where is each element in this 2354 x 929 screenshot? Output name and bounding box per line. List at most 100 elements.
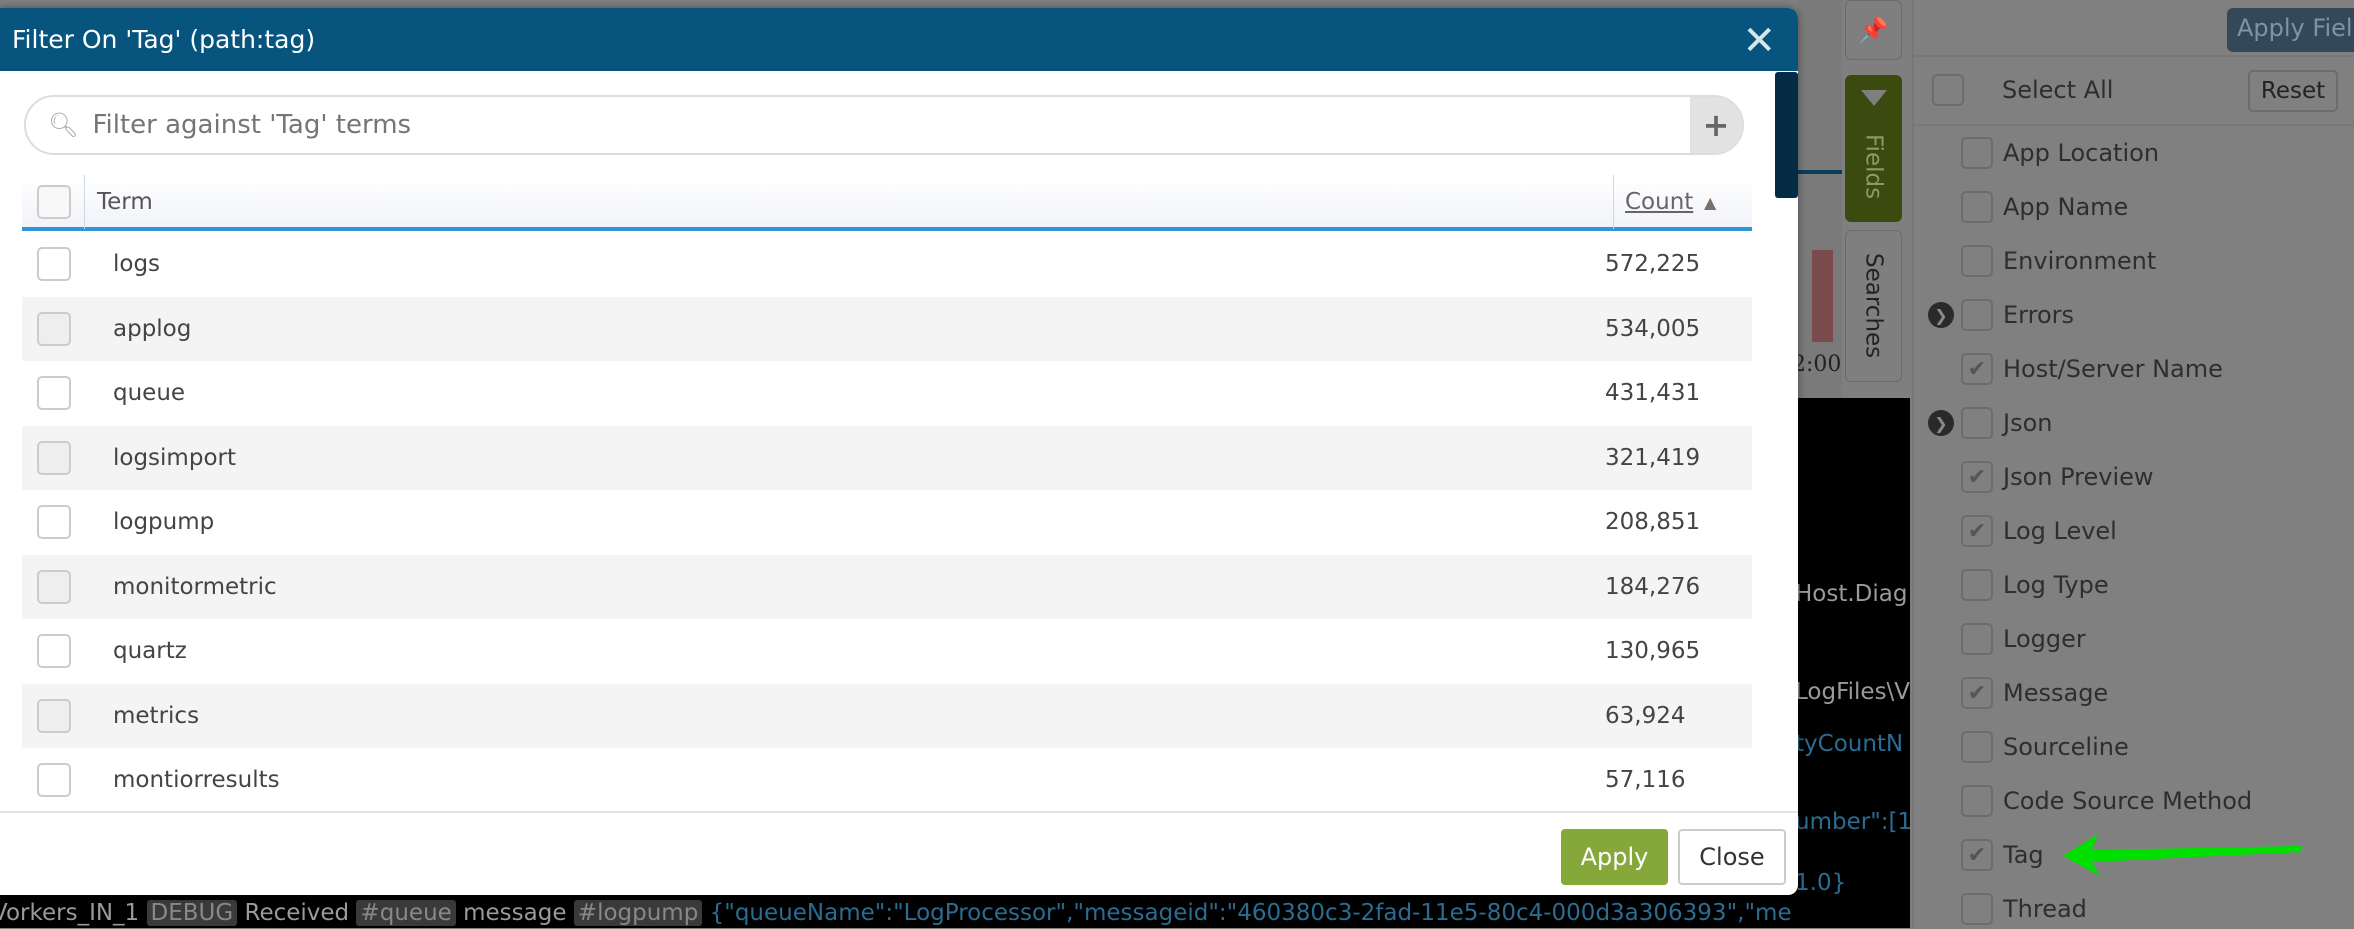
field-item[interactable]: Sourceline <box>1914 727 2354 767</box>
field-label: App Name <box>2003 193 2129 221</box>
field-item[interactable]: App Location <box>1914 133 2354 173</box>
pin-button[interactable]: 📌 <box>1845 0 1902 60</box>
term-label: montiorresults <box>113 767 280 793</box>
term-checkbox[interactable] <box>37 569 71 604</box>
field-label: Message <box>2003 679 2109 707</box>
apply-button[interactable]: Apply <box>1561 829 1668 885</box>
log-text: Received <box>244 900 350 926</box>
table-row[interactable]: montiorresults 57,116 <box>22 748 1752 812</box>
table-row[interactable]: logpump 208,851 <box>22 490 1752 554</box>
reset-button[interactable]: Reset <box>2248 70 2338 112</box>
close-button[interactable]: Close <box>1678 829 1786 885</box>
field-checkbox[interactable] <box>1961 245 1993 277</box>
field-item[interactable]: Environment <box>1914 241 2354 281</box>
table-row[interactable]: quartz 130,965 <box>22 619 1752 683</box>
select-all-row[interactable]: Select All Reset <box>1914 70 2354 112</box>
divider <box>1914 124 2354 126</box>
term-checkbox[interactable] <box>37 634 71 668</box>
field-item[interactable]: Thread <box>1914 889 2354 929</box>
log-tag[interactable]: #queue <box>356 900 456 926</box>
tab-fields[interactable]: Fields <box>1845 75 1902 222</box>
time-axis-tick: 2:00 <box>1798 352 1842 377</box>
term-search-input[interactable] <box>92 110 1690 140</box>
log-level-badge: DEBUG <box>146 900 238 926</box>
term-checkbox[interactable] <box>37 763 71 797</box>
checkmark-icon: ✔ <box>1967 842 1987 868</box>
tab-searches[interactable]: Searches <box>1845 230 1902 382</box>
field-item[interactable]: ✔ Log Level <box>1914 511 2354 551</box>
field-checkbox[interactable]: ✔ <box>1961 515 1993 547</box>
field-item[interactable]: Code Source Method <box>1914 781 2354 821</box>
trend-line <box>1798 170 1842 174</box>
field-item[interactable]: ✔ Host/Server Name <box>1914 349 2354 389</box>
field-label: Logger <box>2003 625 2086 653</box>
table-row[interactable]: applog 534,005 <box>22 296 1752 361</box>
field-label: Json Preview <box>2003 463 2154 491</box>
log-json: {"queueName":"LogProcessor","messageid":… <box>709 900 1792 926</box>
field-checkbox[interactable]: ✔ <box>1961 353 1993 385</box>
log-entry[interactable]: Vorkers_IN_1 DEBUG Received #queue messa… <box>0 900 1792 926</box>
term-count: 431,431 <box>1605 380 1701 406</box>
table-row[interactable]: metrics 63,924 <box>22 683 1752 748</box>
field-item[interactable]: ❯ Json <box>1914 403 2354 443</box>
expand-icon[interactable]: ❯ <box>1928 410 1954 436</box>
log-thread: Vorkers_IN_1 <box>0 900 140 926</box>
field-checkbox[interactable] <box>1961 893 1993 925</box>
scrollbar[interactable] <box>1775 72 1798 198</box>
field-checkbox[interactable] <box>1961 299 1993 331</box>
term-label: logsimport <box>113 444 236 471</box>
term-checkbox[interactable] <box>37 698 71 733</box>
field-item[interactable]: ❯ Errors <box>1914 295 2354 335</box>
field-checkbox[interactable]: ✔ <box>1961 839 1993 871</box>
log-tag[interactable]: #logpump <box>573 900 703 926</box>
field-label: Thread <box>2003 895 2087 923</box>
field-item[interactable]: Log Type <box>1914 565 2354 605</box>
field-checkbox[interactable]: ✔ <box>1961 461 1993 493</box>
term-label: logs <box>113 251 161 277</box>
field-checkbox[interactable] <box>1961 623 1993 655</box>
apply-fields-button[interactable]: Apply Fiel <box>2227 8 2354 52</box>
term-checkbox[interactable] <box>37 440 71 475</box>
term-count: 321,419 <box>1605 444 1701 471</box>
term-count: 63,924 <box>1605 702 1686 729</box>
select-all-checkbox[interactable] <box>1932 74 1964 106</box>
select-all-terms-checkbox[interactable] <box>37 185 71 219</box>
field-label: Errors <box>2003 301 2075 329</box>
term-count: 130,965 <box>1605 638 1701 664</box>
field-checkbox[interactable] <box>1961 731 1993 763</box>
field-checkbox[interactable] <box>1961 137 1993 169</box>
field-checkbox[interactable] <box>1961 191 1993 223</box>
term-checkbox[interactable] <box>37 247 71 281</box>
column-divider <box>84 175 85 229</box>
table-row[interactable]: queue 431,431 <box>22 361 1752 425</box>
checkmark-icon: ✔ <box>1967 356 1987 382</box>
term-checkbox[interactable] <box>37 311 71 346</box>
log-fragment: LogFiles\V <box>1795 679 1910 705</box>
add-icon[interactable]: + <box>1690 97 1742 153</box>
term-label: monitormetric <box>113 573 277 600</box>
field-checkbox[interactable] <box>1961 785 1993 817</box>
column-header-count[interactable]: Count <box>1625 189 1693 215</box>
field-label: Host/Server Name <box>2003 355 2223 383</box>
field-checkbox[interactable] <box>1961 407 1993 439</box>
log-fragment: umber":[1 <box>1795 809 1910 835</box>
close-icon[interactable]: ✕ <box>1742 18 1776 64</box>
term-label: quartz <box>113 638 187 664</box>
column-header-term[interactable]: Term <box>97 189 153 215</box>
term-checkbox[interactable] <box>37 376 71 410</box>
field-item[interactable]: ✔ Json Preview <box>1914 457 2354 497</box>
table-row[interactable]: logs 572,225 <box>22 232 1752 296</box>
field-checkbox[interactable]: ✔ <box>1961 677 1993 709</box>
tab-searches-label: Searches <box>1860 253 1887 359</box>
field-item[interactable]: ✔ Message <box>1914 673 2354 713</box>
field-item[interactable]: App Name <box>1914 187 2354 227</box>
field-item[interactable]: Logger <box>1914 619 2354 659</box>
field-checkbox[interactable] <box>1961 569 1993 601</box>
checkmark-icon: ✔ <box>1967 518 1987 544</box>
expand-icon[interactable]: ❯ <box>1928 302 1954 328</box>
table-row[interactable]: monitormetric 184,276 <box>22 554 1752 619</box>
field-label: Log Type <box>2003 571 2109 599</box>
log-fragment: tyCountN <box>1795 731 1904 757</box>
term-checkbox[interactable] <box>37 505 71 539</box>
table-row[interactable]: logsimport 321,419 <box>22 425 1752 490</box>
